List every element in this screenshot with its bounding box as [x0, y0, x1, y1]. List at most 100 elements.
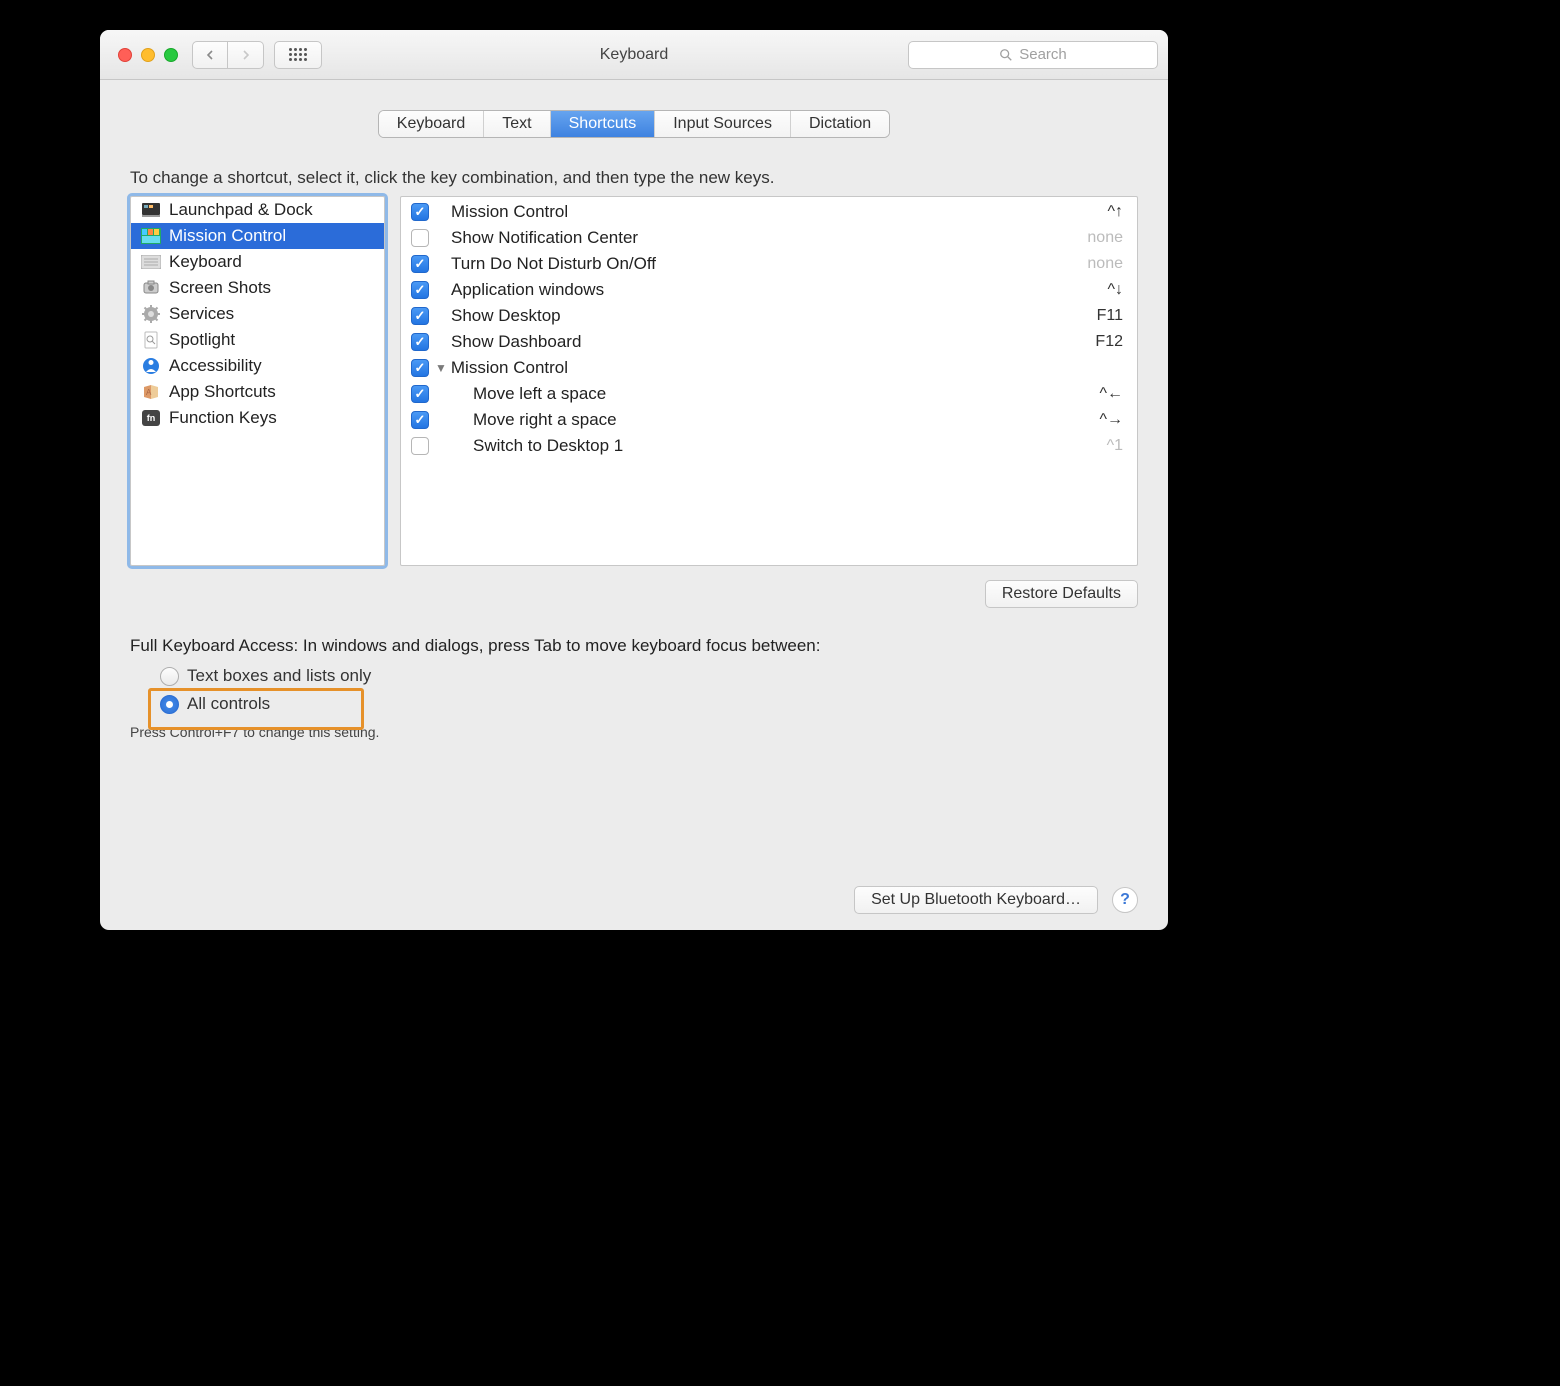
category-label: Services [169, 304, 234, 324]
category-launchpad-dock[interactable]: Launchpad & Dock [131, 197, 384, 223]
category-accessibility[interactable]: Accessibility [131, 353, 384, 379]
shortcut-row[interactable]: ▼Mission Control [401, 355, 1137, 381]
restore-row: Restore Defaults [130, 580, 1138, 608]
search-icon [999, 48, 1013, 62]
shortcut-checkbox[interactable] [411, 437, 429, 455]
shortcut-key[interactable]: none [1087, 229, 1123, 247]
shortcut-row[interactable]: Show DashboardF12 [401, 329, 1137, 355]
minimize-window-button[interactable] [141, 48, 155, 62]
category-label: Launchpad & Dock [169, 200, 313, 220]
tab-bar: KeyboardTextShortcutsInput SourcesDictat… [130, 110, 1138, 138]
shortcut-row[interactable]: Show DesktopF11 [401, 303, 1137, 329]
category-app-shortcuts[interactable]: AApp Shortcuts [131, 379, 384, 405]
category-icon [141, 227, 161, 245]
shortcut-checkbox[interactable] [411, 385, 429, 403]
footer: Set Up Bluetooth Keyboard… ? [130, 886, 1138, 914]
fka-option-all-controls[interactable]: All controls [154, 690, 434, 718]
shortcut-list[interactable]: Mission Control^↑Show Notification Cente… [400, 196, 1138, 566]
shortcut-row[interactable]: Move right a space^→ [401, 407, 1137, 433]
tab-input-sources[interactable]: Input Sources [655, 111, 791, 137]
shortcut-key[interactable]: ^↑ [1107, 203, 1123, 221]
category-label: Function Keys [169, 408, 277, 428]
svg-text:A: A [146, 388, 152, 397]
preferences-window: Keyboard Search KeyboardTextShortcutsInp… [100, 30, 1168, 930]
category-spotlight[interactable]: Spotlight [131, 327, 384, 353]
category-mission-control[interactable]: Mission Control [131, 223, 384, 249]
category-label: Spotlight [169, 330, 235, 350]
category-label: Screen Shots [169, 278, 271, 298]
category-keyboard[interactable]: Keyboard [131, 249, 384, 275]
category-icon [141, 253, 161, 271]
category-icon: fn [141, 409, 161, 427]
category-label: Accessibility [169, 356, 262, 376]
fka-label: Full Keyboard Access: In windows and dia… [130, 636, 1138, 656]
shortcut-checkbox[interactable] [411, 203, 429, 221]
shortcut-label: Move right a space [473, 410, 1099, 430]
shortcut-label: Turn Do Not Disturb On/Off [451, 254, 1087, 274]
shortcut-key[interactable]: ^1 [1107, 437, 1123, 455]
fka-option-text-boxes[interactable]: Text boxes and lists only [154, 662, 434, 690]
shortcut-row[interactable]: Switch to Desktop 1^1 [401, 433, 1137, 459]
shortcut-checkbox[interactable] [411, 255, 429, 273]
shortcut-key[interactable]: ^→ [1099, 411, 1123, 429]
shortcut-label: Show Dashboard [451, 332, 1095, 352]
shortcut-row[interactable]: Turn Do Not Disturb On/Offnone [401, 251, 1137, 277]
nav-buttons [192, 41, 264, 69]
shortcut-row[interactable]: Application windows^↓ [401, 277, 1137, 303]
shortcut-label: Show Desktop [451, 306, 1097, 326]
category-icon [141, 279, 161, 297]
category-function-keys[interactable]: fn Function Keys [131, 405, 384, 431]
shortcut-checkbox[interactable] [411, 307, 429, 325]
fka-option-label: All controls [187, 694, 270, 714]
shortcut-label: Show Notification Center [451, 228, 1087, 248]
radio-icon [160, 667, 179, 686]
shortcut-row[interactable]: Move left a space^← [401, 381, 1137, 407]
close-window-button[interactable] [118, 48, 132, 62]
shortcut-label: Switch to Desktop 1 [473, 436, 1107, 456]
shortcut-key[interactable]: ^↓ [1107, 281, 1123, 299]
shortcut-key[interactable]: ^← [1099, 385, 1123, 403]
shortcut-label: Move left a space [473, 384, 1099, 404]
help-button[interactable]: ? [1112, 887, 1138, 913]
grid-icon [289, 48, 307, 61]
shortcut-row[interactable]: Show Notification Centernone [401, 225, 1137, 251]
tab-dictation[interactable]: Dictation [791, 111, 889, 137]
category-label: Mission Control [169, 226, 286, 246]
search-input[interactable]: Search [908, 41, 1158, 69]
category-screen-shots[interactable]: Screen Shots [131, 275, 384, 301]
shortcut-row[interactable]: Mission Control^↑ [401, 199, 1137, 225]
instruction-text: To change a shortcut, select it, click t… [130, 168, 1138, 188]
category-icon [141, 331, 161, 349]
forward-button[interactable] [228, 41, 264, 69]
shortcut-group-label[interactable]: ▼Mission Control [435, 358, 1123, 378]
shortcut-key[interactable]: F11 [1097, 307, 1123, 325]
titlebar: Keyboard Search [100, 30, 1168, 80]
search-placeholder: Search [1019, 46, 1067, 63]
traffic-lights [118, 48, 178, 62]
category-list[interactable]: Launchpad & Dock Mission Control Keyboard S… [130, 196, 385, 566]
shortcut-checkbox[interactable] [411, 229, 429, 247]
category-icon [141, 305, 161, 323]
category-icon [141, 201, 161, 219]
shortcut-label: Mission Control [451, 202, 1107, 222]
shortcut-checkbox[interactable] [411, 333, 429, 351]
bluetooth-keyboard-button[interactable]: Set Up Bluetooth Keyboard… [854, 886, 1098, 914]
tab-keyboard[interactable]: Keyboard [379, 111, 485, 137]
shortcut-checkbox[interactable] [411, 359, 429, 377]
category-icon: A [141, 383, 161, 401]
shortcut-checkbox[interactable] [411, 411, 429, 429]
tab-shortcuts[interactable]: Shortcuts [551, 111, 656, 137]
back-button[interactable] [192, 41, 228, 69]
radio-icon [160, 695, 179, 714]
body: KeyboardTextShortcutsInput SourcesDictat… [100, 80, 1168, 930]
disclosure-triangle-icon: ▼ [435, 361, 447, 375]
tab-text[interactable]: Text [484, 111, 550, 137]
zoom-window-button[interactable] [164, 48, 178, 62]
fka-hint: Press Control+F7 to change this setting. [130, 724, 1138, 740]
shortcut-key[interactable]: F12 [1095, 333, 1123, 351]
show-all-button[interactable] [274, 41, 322, 69]
shortcut-checkbox[interactable] [411, 281, 429, 299]
shortcut-key[interactable]: none [1087, 255, 1123, 273]
restore-defaults-button[interactable]: Restore Defaults [985, 580, 1138, 608]
category-services[interactable]: Services [131, 301, 384, 327]
